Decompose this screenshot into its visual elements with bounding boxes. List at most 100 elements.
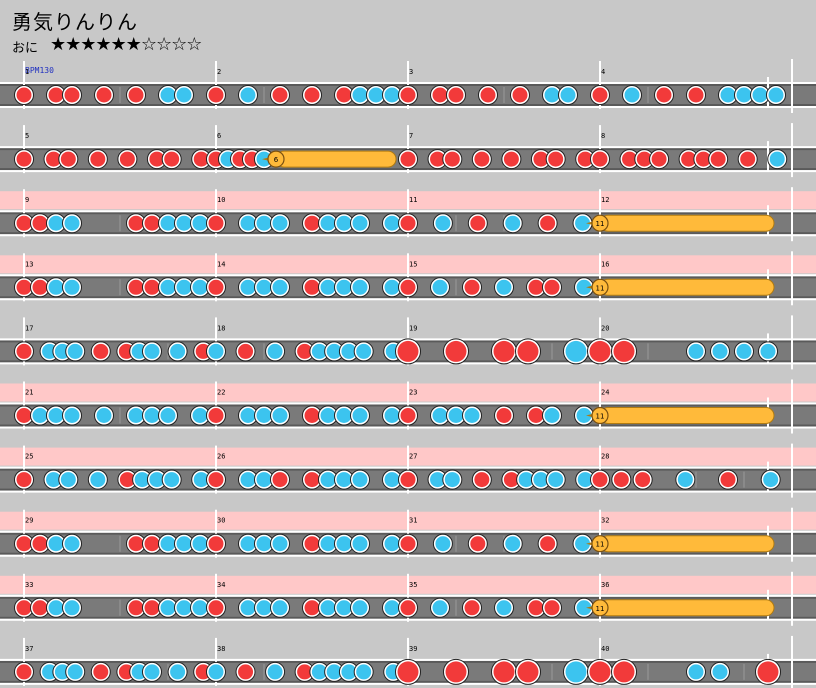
note-face <box>400 87 416 103</box>
note-face <box>320 279 336 295</box>
note-face <box>544 408 560 423</box>
measure-number: 22 <box>217 389 225 397</box>
note-face <box>336 536 352 552</box>
note-face <box>677 472 693 488</box>
note-face <box>208 536 224 552</box>
note-face <box>67 343 83 359</box>
measure-number: 10 <box>217 196 225 204</box>
note-face <box>470 215 486 231</box>
note-face <box>544 87 560 103</box>
note-face <box>208 215 224 231</box>
note-face <box>560 87 576 103</box>
note-face <box>589 661 611 683</box>
note-face <box>208 664 224 680</box>
note-face <box>192 600 208 616</box>
note-face <box>272 536 288 552</box>
note-face <box>60 151 76 167</box>
measure-number: 23 <box>409 389 417 397</box>
note-face <box>720 87 736 103</box>
note-face <box>256 408 272 423</box>
note-face <box>336 279 352 295</box>
note-face <box>435 215 451 231</box>
note-face <box>352 600 368 616</box>
note-face <box>176 600 192 616</box>
note-face <box>613 661 635 683</box>
note-face <box>397 340 419 362</box>
measure-number: 15 <box>409 260 417 268</box>
note-face <box>512 87 528 103</box>
note-face <box>16 536 32 552</box>
note-face <box>272 215 288 231</box>
note-face <box>170 343 186 359</box>
note-face <box>496 600 512 616</box>
measure-number: 6 <box>217 132 221 140</box>
note-face <box>760 343 776 359</box>
note-face <box>688 343 704 359</box>
note-face <box>208 408 224 423</box>
note-face <box>384 279 400 295</box>
note-face <box>208 279 224 295</box>
note-face <box>304 536 320 552</box>
note-face <box>240 600 256 616</box>
note-face <box>144 215 160 231</box>
note-face <box>589 340 611 362</box>
note-face <box>272 600 288 616</box>
note-face <box>272 472 288 488</box>
note-face <box>160 408 176 423</box>
note-face <box>624 87 640 103</box>
drumroll-label: 11 <box>596 605 605 613</box>
note-face <box>505 536 521 552</box>
note-face <box>240 408 256 423</box>
note-face <box>493 340 515 362</box>
note-face <box>60 472 76 488</box>
note-face <box>656 87 672 103</box>
note-face <box>240 536 256 552</box>
measure-number: 16 <box>601 260 609 268</box>
note-face <box>400 215 416 231</box>
note-face <box>256 215 272 231</box>
note-face <box>400 600 416 616</box>
drumroll-body <box>599 535 775 553</box>
note-face <box>144 536 160 552</box>
note-face <box>464 279 480 295</box>
measure-number: 39 <box>409 645 417 653</box>
note-face <box>320 408 336 423</box>
note-face <box>592 151 608 167</box>
drumroll-label: 11 <box>596 220 605 228</box>
measure-number: 8 <box>601 132 605 140</box>
note-face <box>432 408 448 423</box>
drumroll-body <box>599 599 775 617</box>
note-face <box>90 472 106 488</box>
note-face <box>517 340 539 362</box>
note-face <box>651 151 667 167</box>
measure-number: 40 <box>601 645 609 653</box>
note-face <box>565 661 587 683</box>
note-face <box>736 87 752 103</box>
note-face <box>160 279 176 295</box>
note-face <box>400 279 416 295</box>
measure-number: 11 <box>409 196 417 204</box>
note-face <box>32 600 48 616</box>
note-face <box>240 215 256 231</box>
note-face <box>16 87 32 103</box>
note-face <box>710 151 726 167</box>
note-face <box>496 279 512 295</box>
note-face <box>192 408 208 423</box>
note-face <box>170 664 186 680</box>
note-face <box>160 87 176 103</box>
measure-number: 3 <box>409 68 413 76</box>
note-face <box>320 215 336 231</box>
note-face <box>176 215 192 231</box>
note-face <box>356 664 372 680</box>
measure-number: 25 <box>25 453 33 461</box>
note-face <box>16 600 32 616</box>
drumroll-label: 11 <box>596 284 605 292</box>
note-face <box>528 600 544 616</box>
note-face <box>96 408 112 423</box>
note-face <box>128 87 144 103</box>
note-face <box>384 215 400 231</box>
note-face <box>493 661 515 683</box>
measure-number: 30 <box>217 517 225 525</box>
note-face <box>474 472 490 488</box>
measure-number: 28 <box>601 453 609 461</box>
